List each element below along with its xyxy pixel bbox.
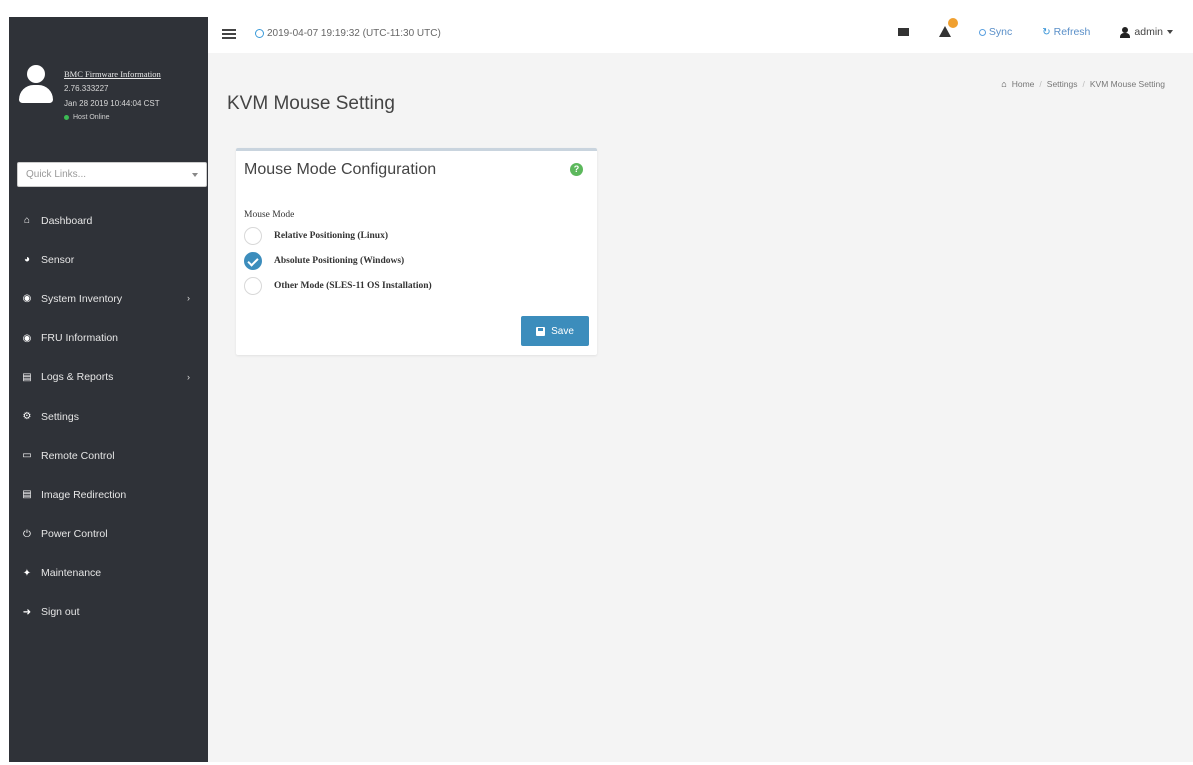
topbar-actions: Sync ↻ Refresh admin [897, 18, 1173, 38]
sidebar-item-label: Settings [41, 410, 79, 423]
firmware-date: Jan 28 2019 10:44:04 CST [64, 99, 160, 108]
save-label: Save [551, 325, 574, 337]
mouse-mode-box: Mouse Mode Configuration ? Mouse Mode Re… [236, 148, 597, 355]
sync-icon [978, 28, 986, 36]
refresh-label: Refresh [1053, 26, 1091, 38]
top-navbar: 2019-04-07 19:19:32 (UTC-11:30 UTC) Sync… [208, 17, 1193, 53]
sidebar-item-fru-information[interactable]: ◉ FRU Information [9, 319, 208, 358]
sidebar-item-maintenance[interactable]: ✦ Maintenance [9, 554, 208, 593]
sidebar-item-label: Logs & Reports [41, 371, 114, 384]
sidebar-item-system-inventory[interactable]: ◉ System Inventory › [9, 279, 208, 318]
logs-icon: ▤ [22, 371, 32, 383]
save-button[interactable]: Save [521, 316, 589, 346]
radio-label: Other Mode (SLES-11 OS Installation) [274, 281, 432, 291]
sidebar-item-label: Sensor [41, 253, 75, 266]
help-icon[interactable]: ? [570, 163, 583, 176]
sidebar-item-settings[interactable]: ⚙ Settings [9, 397, 208, 436]
mouse-mode-label: Mouse Mode [244, 210, 295, 220]
floppy-disk-icon [536, 326, 546, 336]
host-status-label: Host Online [73, 114, 110, 121]
sidebar-item-sign-out[interactable]: ➜ Sign out [9, 593, 208, 632]
sidebar-item-dashboard[interactable]: ⌂ Dashboard [9, 201, 208, 240]
radio-option-absolute[interactable]: Absolute Positioning (Windows) [244, 252, 404, 270]
firmware-profile: BMC Firmware Information 2.76.333227 Jan… [9, 53, 208, 151]
sidebar: BMC Firmware Information 2.76.333227 Jan… [9, 17, 208, 762]
refresh-icon: ↻ [1042, 26, 1051, 38]
settings-icon: ⚙ [22, 411, 32, 423]
firmware-title[interactable]: BMC Firmware Information [64, 69, 161, 79]
chevron-right-icon: › [187, 371, 190, 382]
quick-links-select[interactable]: Quick Links... [17, 162, 207, 187]
breadcrumb-current: KVM Mouse Setting [1089, 79, 1165, 89]
box-title: Mouse Mode Configuration [244, 161, 437, 178]
breadcrumb: ⌂ Home / Settings / KVM Mouse Setting [1001, 79, 1165, 89]
sidebar-item-logs-reports[interactable]: ▤ Logs & Reports › [9, 358, 208, 397]
sidebar-item-label: Remote Control [41, 449, 115, 462]
maintenance-icon: ✦ [22, 567, 32, 579]
refresh-button[interactable]: ↻ Refresh [1042, 26, 1090, 38]
home-icon[interactable]: ⌂ [1001, 79, 1006, 89]
page-title: KVM Mouse Setting [227, 93, 395, 114]
alert-badge [947, 18, 958, 28]
chevron-down-icon [192, 173, 198, 177]
sign-out-icon: ➜ [22, 606, 32, 618]
radio-option-other[interactable]: Other Mode (SLES-11 OS Installation) [244, 277, 432, 295]
avatar [19, 65, 53, 103]
remote-control-icon: ▭ [22, 450, 32, 462]
sidebar-item-label: Maintenance [41, 567, 102, 580]
radio-button-other[interactable] [244, 277, 262, 295]
status-dot-icon [64, 115, 69, 120]
warning-icon [938, 26, 951, 37]
user-menu-button[interactable]: admin [1120, 26, 1173, 38]
alerts-button[interactable] [938, 18, 958, 38]
sidebar-item-label: Power Control [41, 528, 108, 541]
clock-icon [255, 29, 264, 38]
radio-label: Relative Positioning (Linux) [274, 231, 389, 241]
menu-toggle-icon[interactable] [222, 29, 236, 39]
sync-label: Sync [988, 26, 1013, 38]
firmware-version: 2.76.333227 [64, 84, 109, 93]
dashboard-icon: ⌂ [23, 215, 31, 227]
breadcrumb-home[interactable]: Home [1012, 79, 1035, 89]
sidebar-item-label: Image Redirection [41, 488, 127, 501]
sidebar-nav: ⌂ Dashboard ◕ Sensor ◉ System Inventory … [9, 201, 208, 632]
sidebar-item-label: Sign out [41, 606, 80, 619]
radio-button-absolute[interactable] [244, 252, 262, 270]
host-status: Host Online [64, 114, 110, 121]
chevron-down-icon [1167, 30, 1173, 34]
radio-label: Absolute Positioning (Windows) [274, 256, 405, 266]
main-content: KVM Mouse Setting ⌂ Home / Settings / KV… [208, 53, 1193, 762]
fru-icon: ◉ [22, 332, 32, 344]
breadcrumb-separator: / [1039, 79, 1042, 89]
sidebar-item-sensor[interactable]: ◕ Sensor [9, 240, 208, 279]
image-redirection-icon: ▤ [22, 489, 32, 501]
quick-links-placeholder: Quick Links... [26, 169, 87, 180]
sidebar-item-power-control[interactable]: ⏻ Power Control [9, 515, 208, 554]
radio-option-relative[interactable]: Relative Positioning (Linux) [244, 227, 388, 245]
sidebar-item-label: System Inventory [41, 292, 123, 305]
sidebar-header [9, 17, 208, 53]
sync-button[interactable]: Sync [978, 26, 1013, 38]
system-inventory-icon: ◉ [22, 293, 32, 305]
sidebar-item-label: Dashboard [41, 214, 93, 227]
sidebar-item-remote-control[interactable]: ▭ Remote Control [9, 436, 208, 475]
sensor-icon: ◕ [23, 254, 31, 266]
user-icon [1120, 26, 1131, 38]
sidebar-item-label: FRU Information [41, 332, 119, 345]
datetime-label: 2019-04-07 19:19:32 (UTC-11:30 UTC) [267, 28, 441, 39]
radio-button-relative[interactable] [244, 227, 262, 245]
server-datetime: 2019-04-07 19:19:32 (UTC-11:30 UTC) [255, 28, 441, 39]
power-icon: ⏻ [23, 528, 31, 540]
user-label: admin [1134, 26, 1163, 38]
mail-icon[interactable] [897, 28, 909, 36]
breadcrumb-separator: / [1082, 79, 1085, 89]
chevron-right-icon: › [187, 293, 190, 304]
breadcrumb-settings[interactable]: Settings [1047, 79, 1078, 89]
sidebar-item-image-redirection[interactable]: ▤ Image Redirection [9, 475, 208, 514]
